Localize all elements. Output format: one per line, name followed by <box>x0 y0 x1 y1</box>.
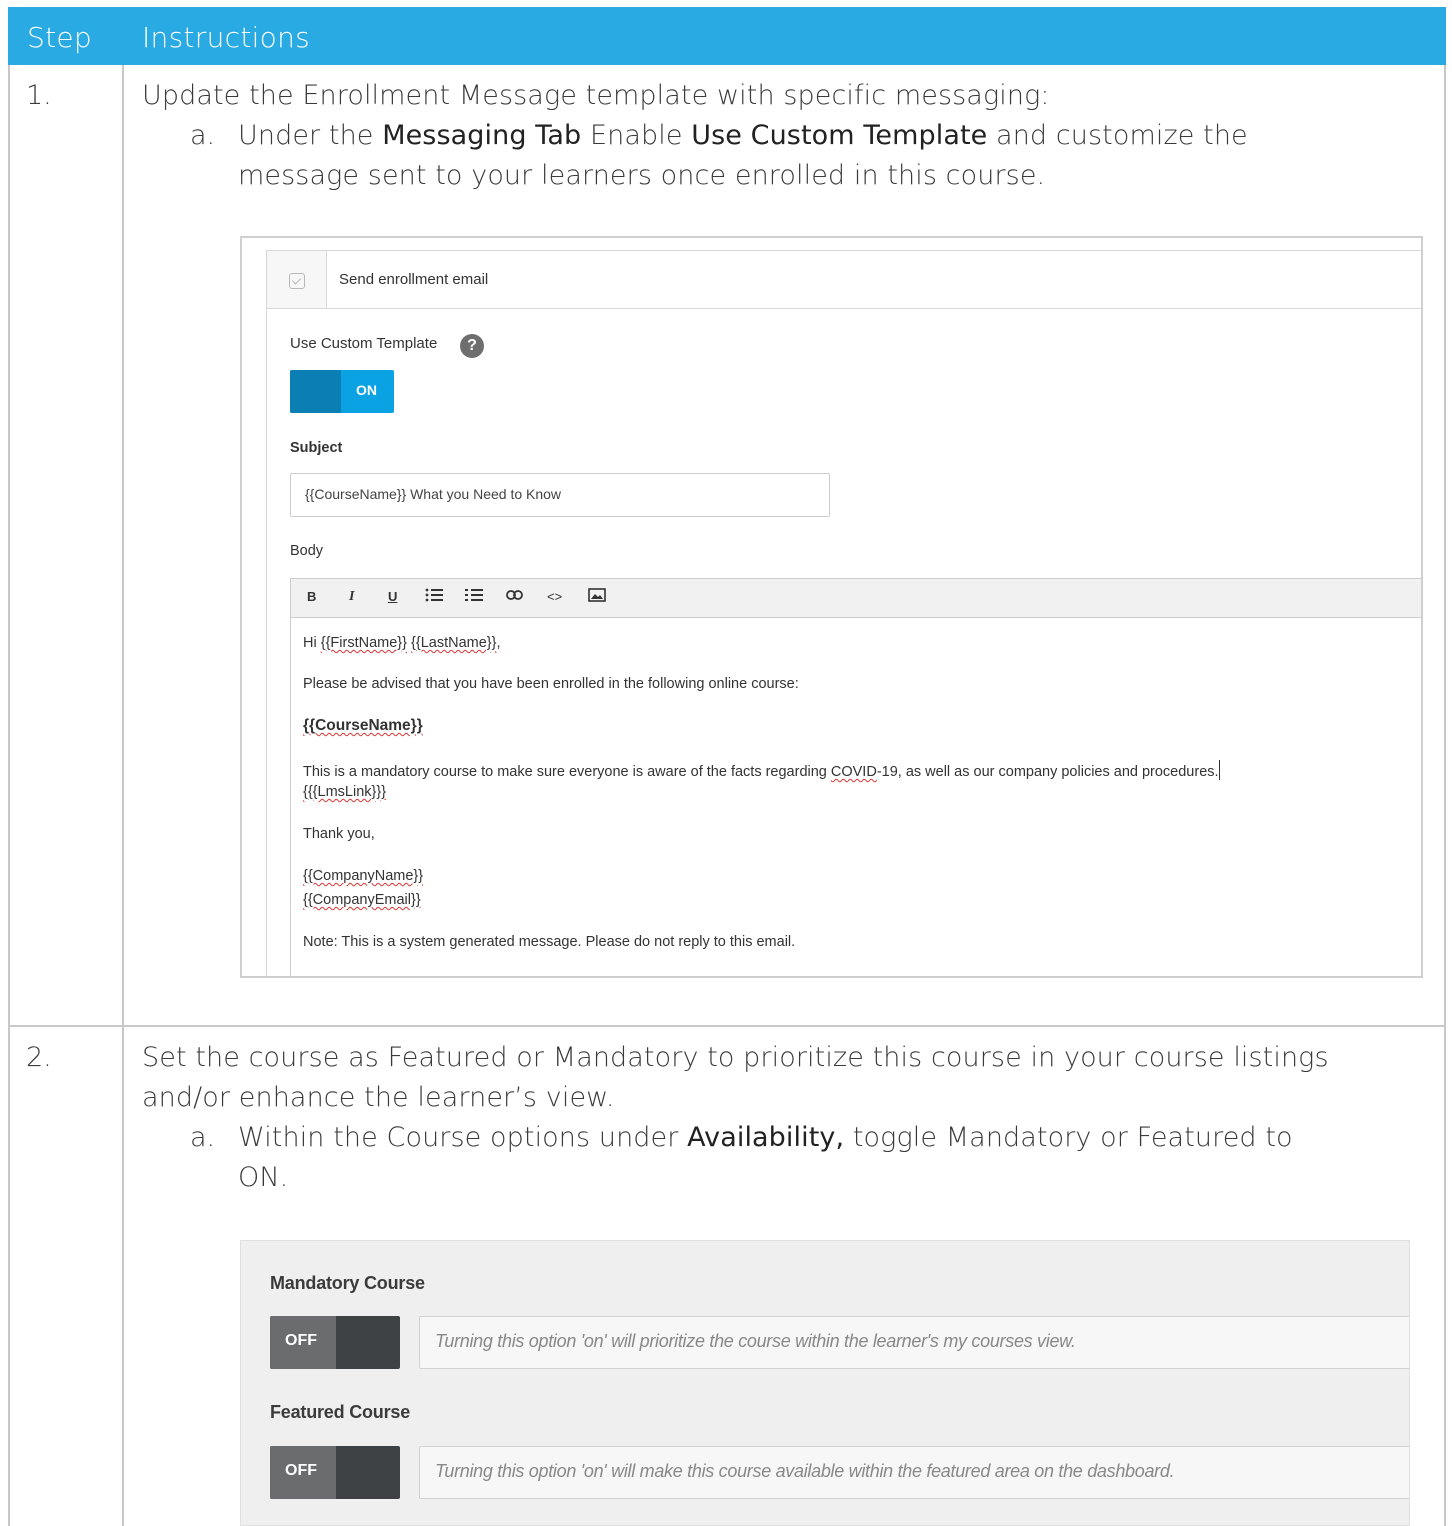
custom-template-toggle[interactable]: ON <box>290 370 394 413</box>
availability-screenshot: Mandatory Course OFF Turning this option… <box>240 1240 1410 1526</box>
row1-sub-mid: Enable <box>581 120 692 151</box>
table-header: Step Instructions <box>8 7 1446 65</box>
row-divider <box>8 1025 1446 1027</box>
body-lms-link: {{{LmsLink}}} <box>303 784 386 800</box>
body-company-name: {{CompanyName}} <box>303 868 423 884</box>
step-number-2: 2. <box>26 1042 52 1073</box>
column-divider <box>122 65 124 1526</box>
row1-sub-instruction: Under the Messaging Tab Enable Use Custo… <box>238 116 1418 156</box>
subject-input[interactable]: {{CourseName}} What you Need to Know <box>290 473 830 517</box>
body-advised: Please be advised that you have been enr… <box>303 676 799 692</box>
text-cursor <box>1218 760 1220 780</box>
body-greeting: Hi {{FirstName}} {{LastName}}, <box>303 635 501 651</box>
numbered-list-icon[interactable] <box>465 588 483 605</box>
covid-word: COVID <box>830 764 877 780</box>
row1-sub-pre: Under the <box>238 120 383 151</box>
send-email-row: Send enrollment email <box>266 250 1421 309</box>
toggle-state: ON <box>356 382 377 398</box>
body-thanks: Thank you, <box>303 826 375 842</box>
row2-sub-instruction: Within the Course options under Availabi… <box>238 1118 1418 1158</box>
body-editor[interactable]: B I U <> Hi {{FirstName}} {{LastName}}, … <box>290 578 1421 976</box>
row2-sub-post: toggle Mandatory or Featured to <box>844 1122 1293 1153</box>
row1-sub-post: and customize the <box>987 120 1248 151</box>
lms-link-token: {{{LmsLink}}} <box>303 784 387 800</box>
company-email-token: {{CompanyEmail}} <box>303 892 421 908</box>
underline-button[interactable]: U <box>388 589 397 604</box>
help-icon[interactable]: ? <box>460 334 484 358</box>
header-step: Step <box>27 21 92 54</box>
body-note: Note: This is a system generated message… <box>303 934 796 950</box>
code-icon[interactable]: <> <box>547 589 562 604</box>
row1-intro: Update the Enrollment Message template w… <box>142 80 1050 111</box>
mandatory-toggle-state: OFF <box>285 1332 317 1349</box>
body-mandatory-line: This is a mandatory course to make sure … <box>303 760 1220 780</box>
mandatory-course-label: Mandatory Course <box>270 1273 425 1293</box>
enrollment-email-screenshot: Send enrollment email Use Custom Templat… <box>240 236 1423 978</box>
header-instructions: Instructions <box>142 21 311 54</box>
row2-intro-line2: and/or enhance the learner’s view. <box>142 1082 615 1113</box>
featured-course-toggle[interactable]: OFF <box>270 1446 400 1499</box>
body-label: Body <box>290 543 324 559</box>
mandatory-hint-text: Turning this option 'on' will prioritize… <box>435 1331 1076 1351</box>
availability-ref: Availability, <box>687 1122 845 1153</box>
company-name-token: {{CompanyName}} <box>303 868 424 884</box>
mandatory-post: -19, as well as our company policies and… <box>876 764 1219 780</box>
row1-sub-letter: a. <box>190 120 216 151</box>
body-company-email: {{CompanyEmail}} <box>303 892 421 908</box>
featured-toggle-state: OFF <box>285 1462 317 1479</box>
featured-course-label: Featured Course <box>270 1402 411 1422</box>
editor-toolbar: B I U <> <box>291 579 1421 618</box>
use-custom-template-ref: Use Custom Template <box>691 120 988 151</box>
step-number-1: 1. <box>26 80 52 111</box>
greet-post: , <box>496 635 501 651</box>
send-email-label: Send enrollment email <box>339 271 489 288</box>
featured-hint-box: Turning this option 'on' will make this … <box>419 1446 1409 1499</box>
image-icon[interactable] <box>588 588 606 605</box>
subject-value: {{CourseName}} What you Need to Know <box>305 486 562 502</box>
table-right-border <box>1444 65 1446 1526</box>
last-name-token: {{LastName}} <box>411 635 497 651</box>
first-name-token: {{FirstName}} <box>320 635 407 651</box>
custom-template-label: Use Custom Template <box>290 335 438 352</box>
mandatory-course-toggle[interactable]: OFF <box>270 1316 400 1369</box>
row2-sub-line2: ON. <box>238 1162 289 1193</box>
mandatory-pre: This is a mandatory course to make sure … <box>303 764 831 780</box>
toggle-knob <box>290 370 341 413</box>
body-course-name: {{CourseName}} <box>303 717 423 735</box>
row1-sub-line2: message sent to your learners once enrol… <box>238 160 1046 191</box>
bold-button[interactable]: B <box>307 589 316 604</box>
link-icon[interactable] <box>506 588 524 605</box>
subject-label: Subject <box>290 440 343 456</box>
row2-intro-line1: Set the course as Featured or Mandatory … <box>142 1042 1329 1073</box>
send-email-checkbox[interactable] <box>289 273 305 289</box>
bulleted-list-icon[interactable] <box>425 588 443 605</box>
table-left-border <box>8 65 10 1526</box>
send-email-checkbox-cell <box>267 251 327 308</box>
course-name-token: {{CourseName}} <box>303 717 423 734</box>
greet-pre: Hi <box>303 635 321 651</box>
featured-hint-text: Turning this option 'on' will make this … <box>435 1461 1175 1481</box>
mandatory-hint-box: Turning this option 'on' will prioritize… <box>419 1316 1409 1369</box>
italic-button[interactable]: I <box>349 589 354 605</box>
messaging-tab-ref: Messaging Tab <box>382 120 582 151</box>
row2-sub-letter: a. <box>190 1122 216 1153</box>
row2-sub-pre: Within the Course options under <box>238 1122 688 1153</box>
